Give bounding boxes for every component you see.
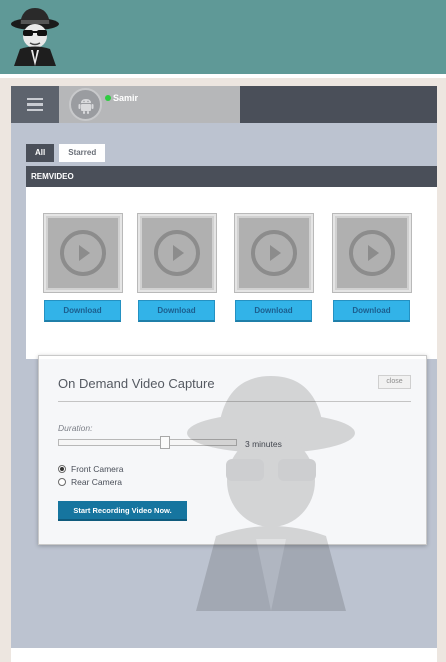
download-button[interactable]: Download [44, 300, 121, 322]
tab-starred[interactable]: Starred [59, 144, 106, 162]
video-capture-dialog: On Demand Video Capture close Duration: … [38, 355, 427, 545]
duration-slider[interactable] [58, 436, 237, 449]
spy-logo-icon [11, 8, 59, 66]
close-button[interactable]: close [378, 375, 411, 389]
radio-label: Front Camera [71, 464, 124, 474]
video-thumbnail[interactable] [235, 214, 313, 292]
user-name: Samir [113, 93, 139, 103]
duration-label: Duration: [58, 423, 93, 433]
android-icon [78, 98, 93, 114]
user-info[interactable]: Samir [59, 86, 240, 123]
duration-slider-handle[interactable] [160, 436, 170, 449]
tab-all[interactable]: All [26, 144, 55, 162]
section-title: REMVIDEO [26, 166, 437, 187]
rear-camera-option[interactable]: Rear Camera [58, 477, 122, 487]
app-panel: Samir All Starred REMVIDEO Download Down… [11, 86, 437, 662]
top-header [0, 0, 446, 74]
duration-slider-fill [59, 440, 165, 445]
duration-value: 3 minutes [245, 439, 282, 449]
navbar: Samir [11, 86, 437, 123]
play-icon [349, 230, 395, 276]
start-recording-button[interactable]: Start Recording Video Now. [58, 501, 187, 521]
play-icon [154, 230, 200, 276]
front-camera-option[interactable]: Front Camera [58, 464, 123, 474]
play-icon [251, 230, 297, 276]
video-thumbnail[interactable] [333, 214, 411, 292]
download-button[interactable]: Download [235, 300, 312, 322]
radio-selected-dot [60, 467, 64, 471]
video-thumbnail[interactable] [138, 214, 216, 292]
radio-button[interactable] [58, 478, 66, 486]
video-item: Download [235, 214, 313, 322]
radio-label: Rear Camera [71, 477, 123, 487]
dialog-divider [58, 401, 411, 402]
video-item: Download [333, 214, 411, 322]
online-status-dot [105, 95, 111, 101]
play-icon [60, 230, 106, 276]
dialog-title: On Demand Video Capture [58, 376, 215, 391]
avatar [69, 88, 102, 121]
video-thumbnail[interactable] [44, 214, 122, 292]
filter-tabs: All Starred [26, 144, 106, 162]
video-item: Download [138, 214, 216, 322]
footer-strip [11, 648, 437, 662]
hamburger-menu-icon[interactable] [11, 86, 59, 123]
radio-button[interactable] [58, 465, 66, 473]
download-button[interactable]: Download [333, 300, 410, 322]
video-gallery: Download Download Download Download [26, 187, 437, 359]
video-item: Download [44, 214, 122, 322]
header-divider [0, 74, 446, 78]
download-button[interactable]: Download [138, 300, 215, 322]
